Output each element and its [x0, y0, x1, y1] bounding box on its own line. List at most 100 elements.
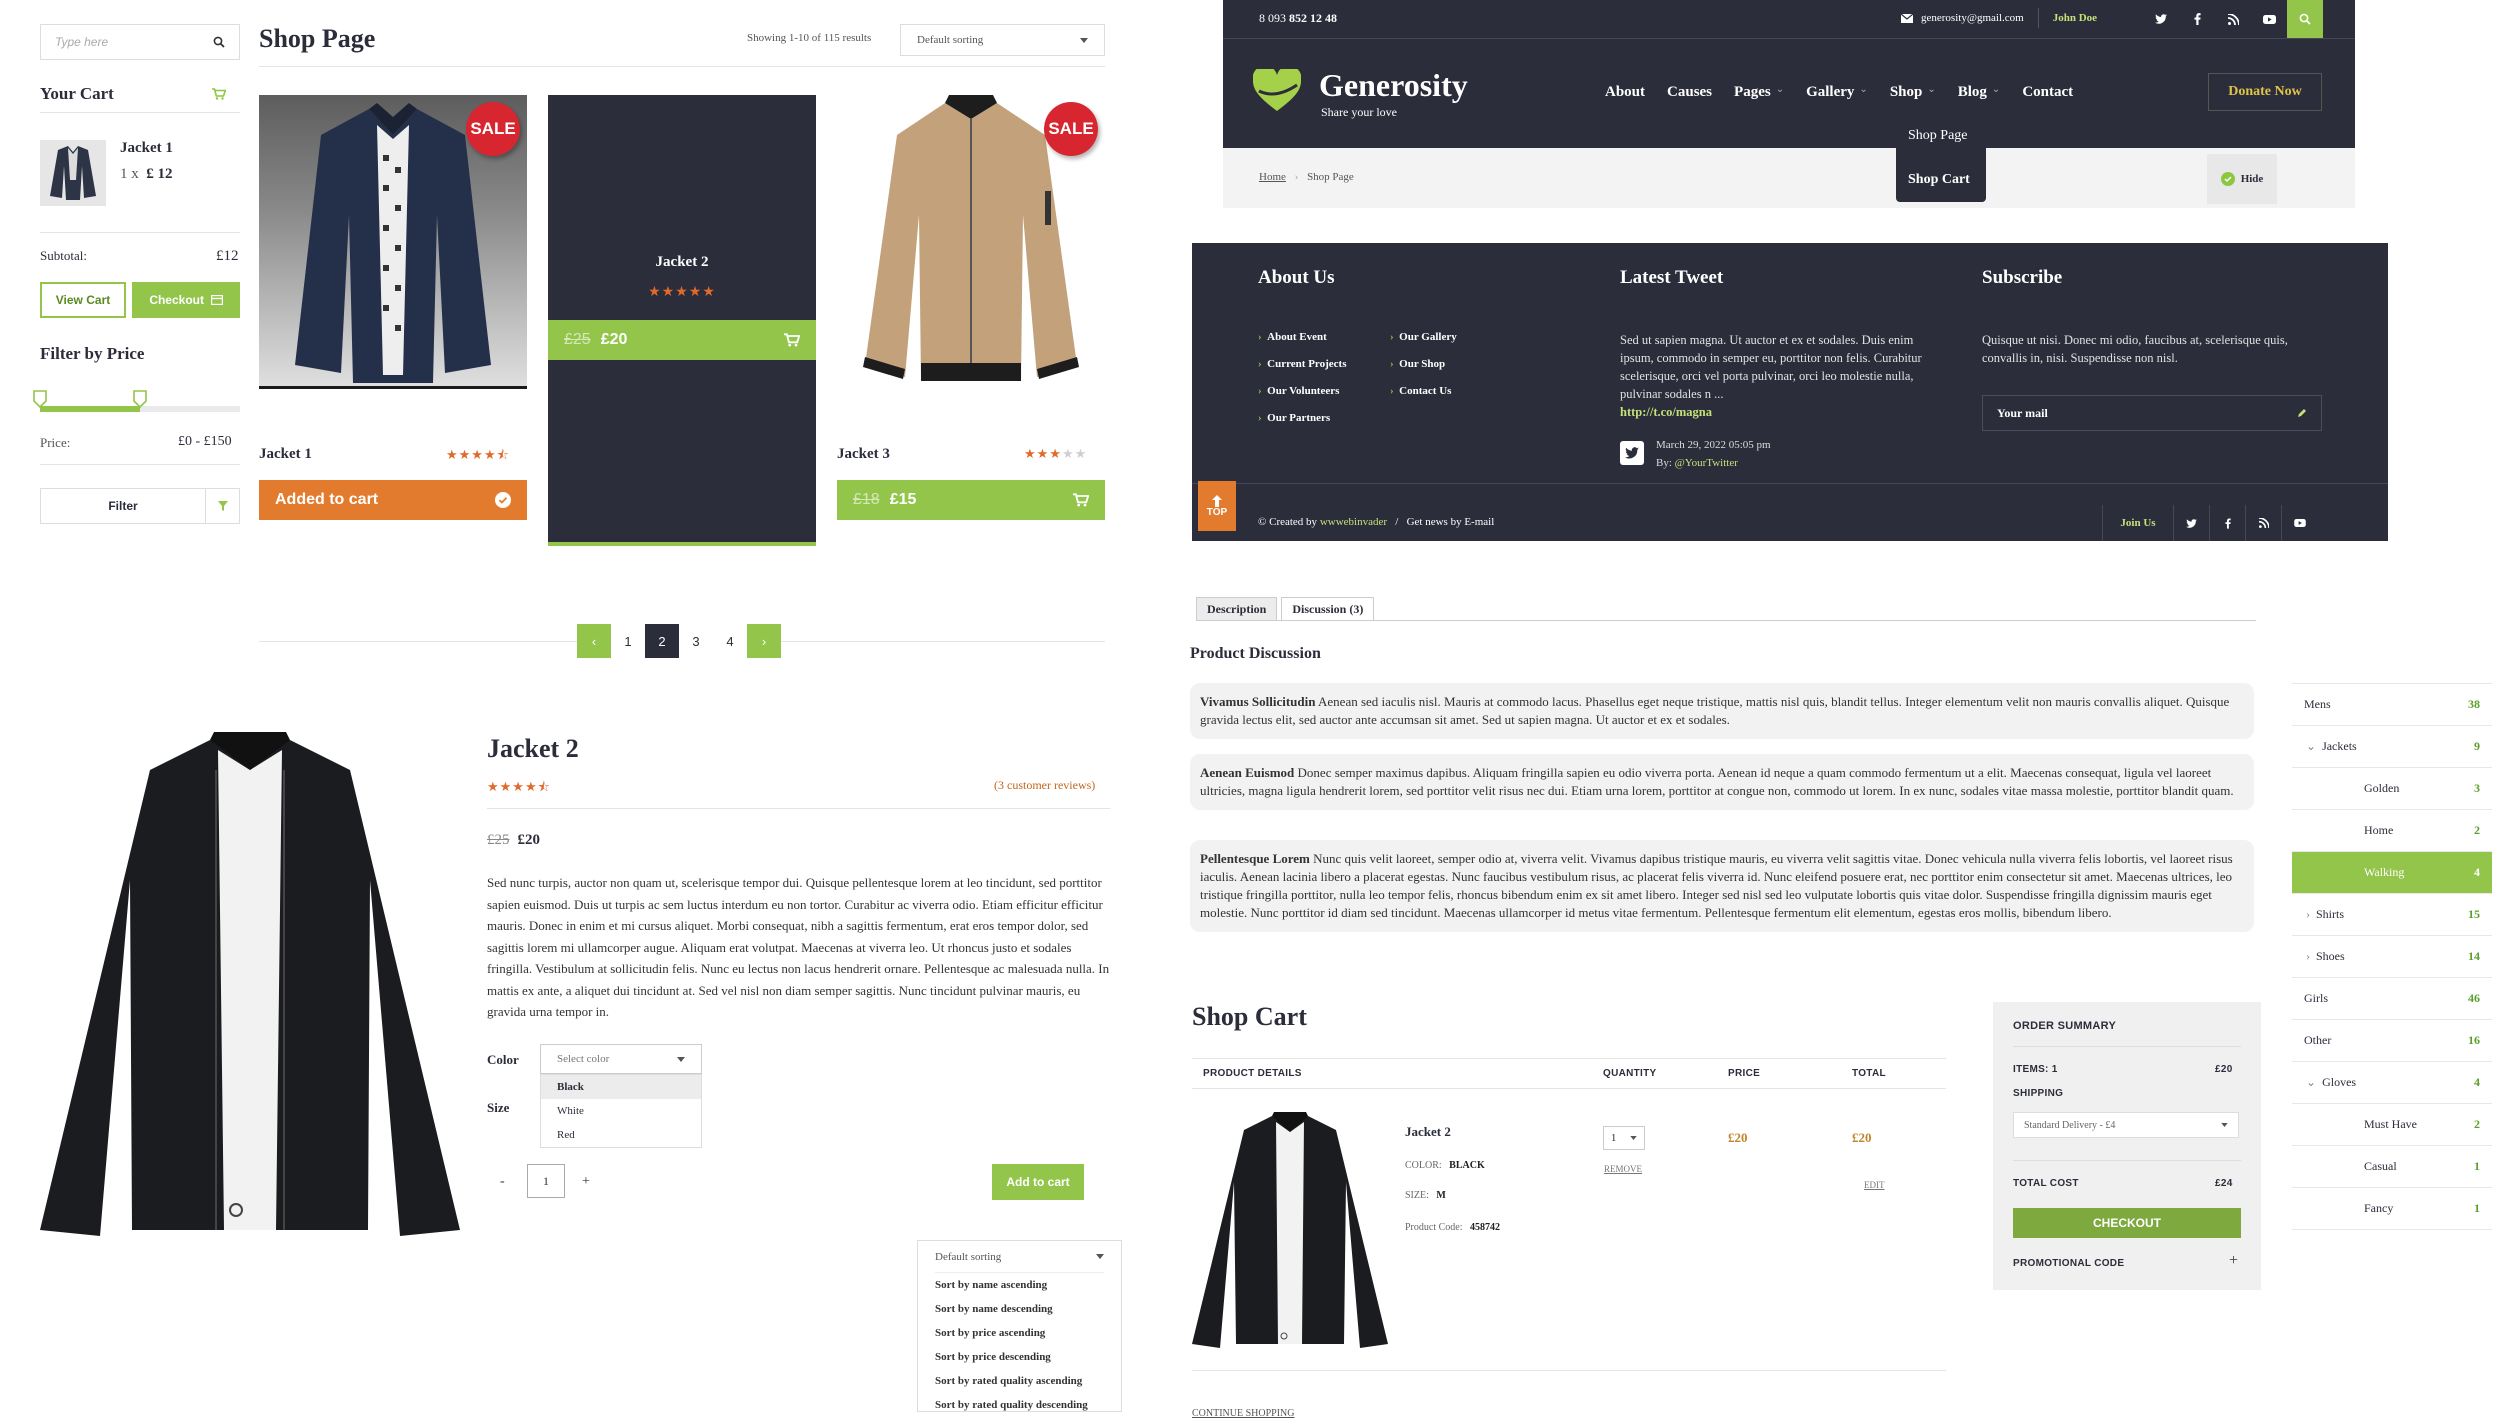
- category-golden[interactable]: Golden 3: [2292, 768, 2492, 810]
- hide-button[interactable]: Hide: [2207, 154, 2277, 204]
- cart-qty-select[interactable]: 1: [1603, 1126, 1645, 1150]
- facebook-icon[interactable]: [2209, 505, 2245, 541]
- contact-email[interactable]: generosity@gmail.com: [1921, 12, 2024, 24]
- category-fancy[interactable]: Fancy 1: [2292, 1188, 2492, 1230]
- checkout-button[interactable]: Checkout: [132, 282, 240, 318]
- news-link[interactable]: Get news by E-mail: [1407, 516, 1495, 528]
- plus-icon[interactable]: +: [2229, 1252, 2238, 1270]
- page-prev-button[interactable]: ‹: [577, 624, 611, 658]
- price-button-3[interactable]: £18 £15: [837, 480, 1105, 520]
- page-2-current[interactable]: 2: [645, 624, 679, 658]
- category-walking-active[interactable]: Walking 4: [2292, 852, 2492, 894]
- nav-causes[interactable]: Causes: [1667, 84, 1712, 101]
- twitter-icon[interactable]: [2173, 505, 2209, 541]
- breadcrumb-home[interactable]: Home: [1259, 171, 1286, 183]
- color-option-white[interactable]: White: [541, 1099, 701, 1123]
- category-girls[interactable]: Girls 46: [2292, 978, 2492, 1020]
- remove-link[interactable]: REMOVE: [1604, 1164, 1642, 1174]
- tab-discussion[interactable]: Discussion (3): [1281, 597, 1375, 621]
- category-jackets[interactable]: ⌄ Jackets 9: [2292, 726, 2492, 768]
- search-icon[interactable]: [2287, 0, 2323, 38]
- search-input[interactable]: Type here: [40, 24, 240, 60]
- tab-description[interactable]: Description: [1196, 597, 1278, 621]
- product-name-1[interactable]: Jacket 1: [259, 446, 312, 463]
- search-icon[interactable]: [213, 36, 225, 48]
- sort-option[interactable]: Sort by name ascending: [935, 1273, 1104, 1297]
- sort-dropdown-selected[interactable]: Default sorting: [935, 1241, 1104, 1273]
- cart-item-name[interactable]: Jacket 1: [120, 140, 173, 157]
- facebook-icon[interactable]: [2179, 0, 2215, 38]
- edit-link[interactable]: EDIT: [1864, 1180, 1885, 1190]
- user-name[interactable]: John Doe: [2053, 12, 2097, 24]
- qty-minus-button[interactable]: -: [500, 1174, 505, 1190]
- rss-icon[interactable]: [2245, 505, 2281, 541]
- category-must-have[interactable]: Must Have 2: [2292, 1104, 2492, 1146]
- category-other[interactable]: Other 16: [2292, 1020, 2492, 1062]
- add-to-cart-button[interactable]: Add to cart: [992, 1164, 1084, 1200]
- category-mens[interactable]: Mens 38: [2292, 684, 2492, 726]
- tweet-handle[interactable]: @YourTwitter: [1675, 457, 1738, 469]
- logo-text[interactable]: Generosity: [1319, 67, 1468, 104]
- color-select[interactable]: Select color: [540, 1044, 702, 1074]
- menu-shop-cart[interactable]: Shop Cart: [1908, 172, 1970, 188]
- category-casual[interactable]: Casual 1: [2292, 1146, 2492, 1188]
- twitter-icon[interactable]: [2143, 0, 2179, 38]
- page-1[interactable]: 1: [611, 624, 645, 658]
- nav-blog[interactable]: Blog: [1958, 84, 1987, 101]
- view-cart-button[interactable]: View Cart: [40, 282, 126, 318]
- category-shoes[interactable]: › Shoes 14: [2292, 936, 2492, 978]
- sort-option[interactable]: Sort by price ascending: [935, 1321, 1104, 1345]
- tweet-link[interactable]: http://t.co/magna: [1620, 405, 1712, 420]
- twitter-icon[interactable]: [1620, 441, 1644, 465]
- sorting-select[interactable]: Default sorting: [900, 24, 1105, 56]
- qty-plus-button[interactable]: +: [582, 1174, 590, 1190]
- youtube-icon[interactable]: [2281, 505, 2317, 541]
- category-home[interactable]: Home 2: [2292, 810, 2492, 852]
- footer-link[interactable]: Current Projects: [1267, 358, 1346, 370]
- cart-product-name[interactable]: Jacket 2: [1405, 1124, 1451, 1140]
- menu-shop-page[interactable]: Shop Page: [1908, 128, 1968, 144]
- footer-link[interactable]: About Event: [1267, 331, 1327, 343]
- nav-pages[interactable]: Pages: [1734, 84, 1771, 101]
- footer-link[interactable]: Our Shop: [1399, 358, 1445, 370]
- added-to-cart-button[interactable]: Added to cart: [259, 480, 527, 520]
- sort-option[interactable]: Sort by rated quality ascending: [935, 1369, 1104, 1393]
- sort-option[interactable]: Sort by name descending: [935, 1297, 1104, 1321]
- sort-option[interactable]: Sort by price descending: [935, 1345, 1104, 1369]
- price-button-2[interactable]: £25 £20: [548, 320, 816, 360]
- nav-about[interactable]: About: [1605, 84, 1645, 101]
- slider-handle-max[interactable]: [133, 390, 147, 408]
- rss-icon[interactable]: [2215, 0, 2251, 38]
- page-4[interactable]: 4: [713, 624, 747, 658]
- reviews-link[interactable]: (3 customer reviews): [994, 778, 1095, 793]
- page-next-button[interactable]: ›: [747, 624, 781, 658]
- back-to-top-button[interactable]: TOP: [1198, 481, 1236, 531]
- footer-link[interactable]: Our Partners: [1267, 412, 1330, 424]
- sort-option[interactable]: Sort by rated quality descending: [935, 1393, 1104, 1417]
- page-3[interactable]: 3: [679, 624, 713, 658]
- nav-shop[interactable]: Shop: [1890, 84, 1923, 101]
- color-option-red[interactable]: Red: [541, 1123, 701, 1147]
- category-gloves[interactable]: ⌄ Gloves 4: [2292, 1062, 2492, 1104]
- author-link[interactable]: wwwebinvader: [1320, 516, 1387, 528]
- color-option-black[interactable]: Black: [541, 1075, 701, 1099]
- category-shirts[interactable]: › Shirts 15: [2292, 894, 2492, 936]
- qty-input[interactable]: 1: [527, 1164, 565, 1198]
- pencil-icon[interactable]: [2297, 408, 2307, 418]
- slider-handle-min[interactable]: [33, 390, 47, 408]
- footer-link[interactable]: Contact Us: [1399, 385, 1451, 397]
- cart-icon[interactable]: [212, 88, 226, 100]
- product-name-2[interactable]: Jacket 2: [548, 254, 816, 271]
- logo-heart-icon[interactable]: [1253, 69, 1301, 113]
- continue-shopping-link[interactable]: CONTINUE SHOPPING: [1192, 1408, 1295, 1419]
- footer-link[interactable]: Our Gallery: [1399, 331, 1457, 343]
- footer-link[interactable]: Our Volunteers: [1267, 385, 1339, 397]
- promo-code-label[interactable]: PROMOTIONAL CODE: [2013, 1258, 2124, 1269]
- nav-gallery[interactable]: Gallery: [1806, 84, 1854, 101]
- subscribe-email-input[interactable]: Your mail: [1982, 395, 2322, 431]
- join-us-link[interactable]: Join Us: [2103, 505, 2173, 541]
- nav-contact[interactable]: Contact: [2022, 84, 2073, 101]
- summary-checkout-button[interactable]: CHECKOUT: [2013, 1208, 2241, 1238]
- product-name-3[interactable]: Jacket 3: [837, 446, 890, 463]
- donate-button[interactable]: Donate Now: [2208, 73, 2322, 111]
